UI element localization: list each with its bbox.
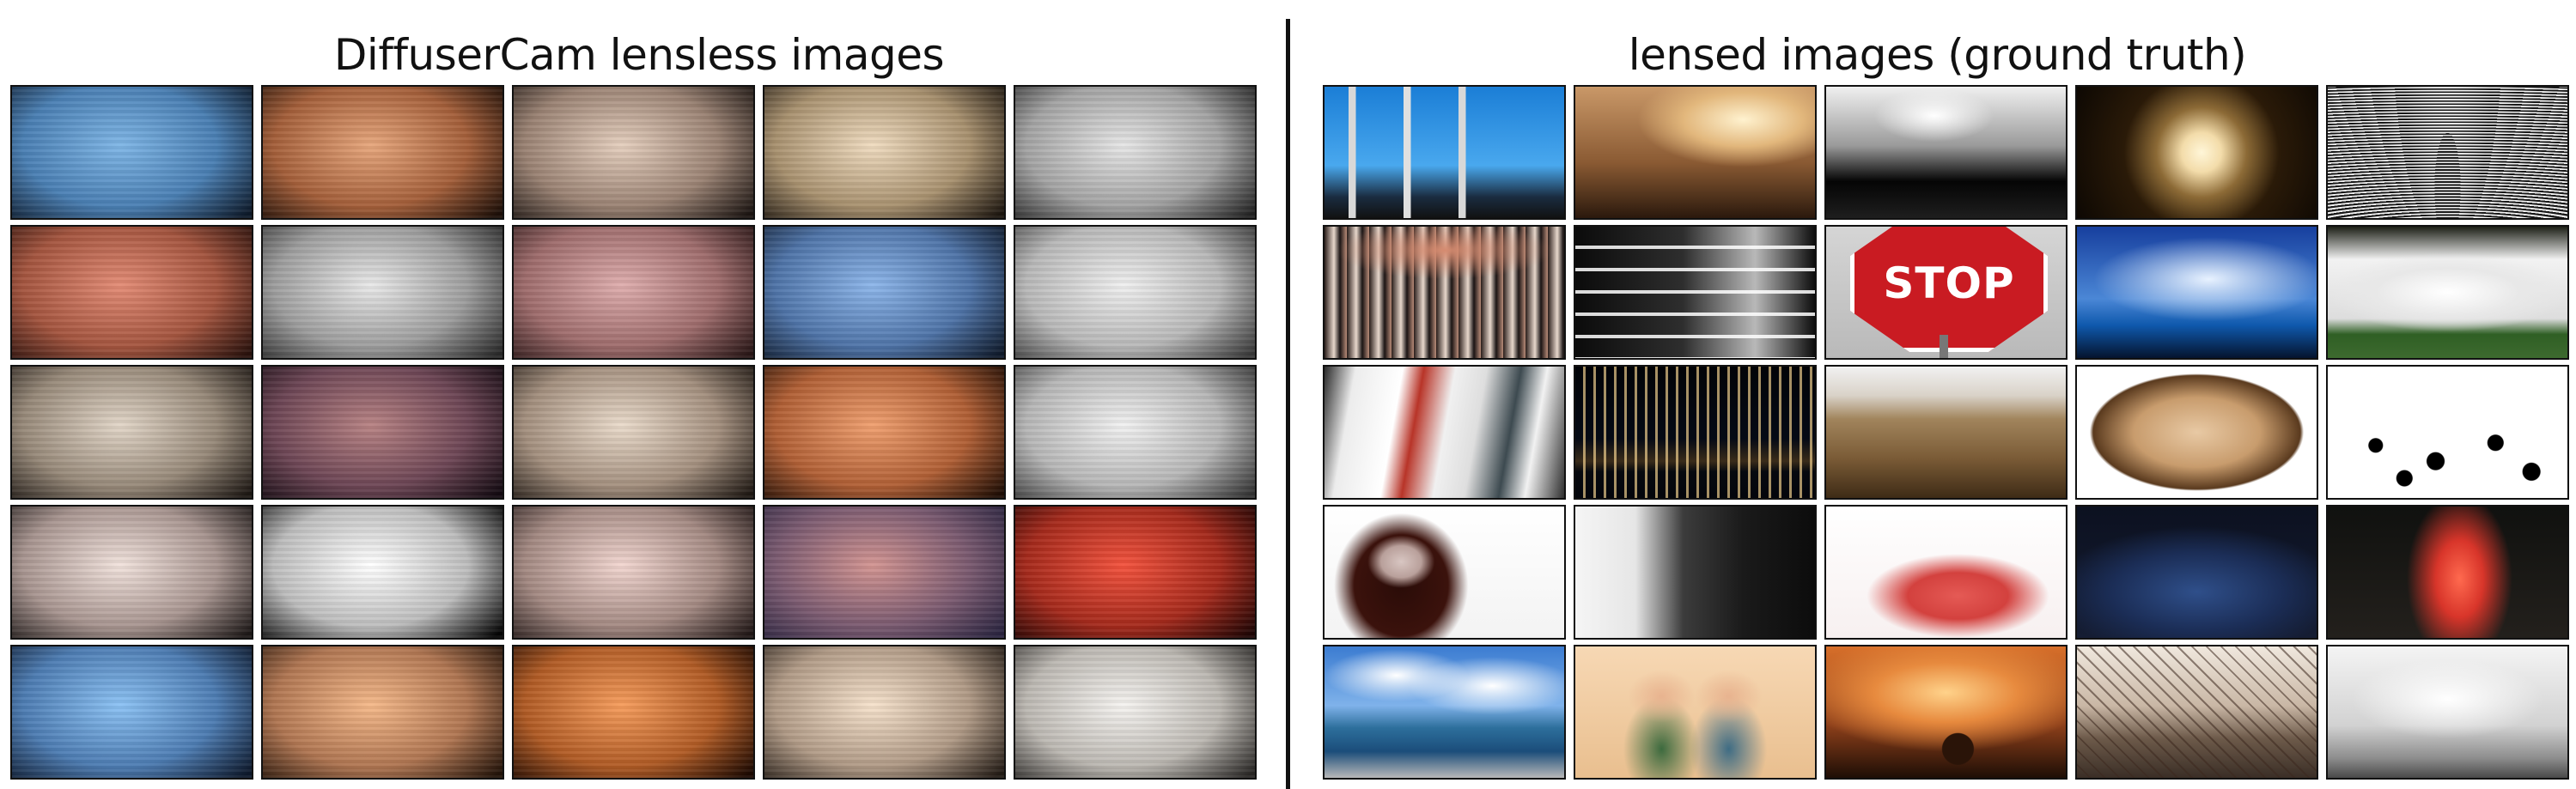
lensless-peach xyxy=(261,645,504,780)
textured-dome-photo xyxy=(2075,365,2318,500)
lensless-taupe xyxy=(10,365,253,500)
golden-sunset-water-photo xyxy=(1574,85,1817,220)
park-trees-photo xyxy=(2326,225,2569,360)
panel-divider xyxy=(1286,19,1290,789)
lensless-tan xyxy=(763,85,1006,220)
lensless-steel-blue xyxy=(763,225,1006,360)
monochrome-curves-photo xyxy=(2326,85,2569,220)
lensless-red xyxy=(1014,505,1257,640)
lensless-pink-beige xyxy=(512,505,755,640)
birds-on-snow-photo xyxy=(2326,365,2569,500)
lensless-ivory xyxy=(1014,645,1257,780)
lensless-copper xyxy=(763,365,1006,500)
city-skyline-night-photo xyxy=(1574,365,1817,500)
stop-sign-photo: STOP xyxy=(1824,225,2067,360)
lensless-amber xyxy=(512,645,755,780)
lensless-sand xyxy=(512,365,755,500)
lensless-sky xyxy=(10,645,253,780)
lensless-pale-gray xyxy=(1014,365,1257,500)
lensless-gray xyxy=(1014,85,1257,220)
roller-coaster-photo xyxy=(2075,645,2318,780)
woman-red-light-photo xyxy=(2326,505,2569,640)
lensless-dusk xyxy=(763,505,1006,640)
wooden-doll-family-photo xyxy=(1574,645,1817,780)
stop-sign-octagon: STOP xyxy=(1850,227,2048,352)
orange-sunset-tree-photo xyxy=(1824,645,2067,780)
lensless-cream xyxy=(763,645,1006,780)
lensless-light-gray xyxy=(1014,225,1257,360)
polaroid-prints-photo xyxy=(1323,365,1566,500)
lensless-orange xyxy=(261,85,504,220)
window-figure-photo xyxy=(1574,505,1817,640)
paper-lotus-photo xyxy=(1824,505,2067,640)
smokestacks-photo xyxy=(1323,85,1566,220)
foggy-street-photo xyxy=(2326,645,2569,780)
wheat-field-photo xyxy=(1824,365,2067,500)
dark-haired-woman-photo xyxy=(1323,505,1566,640)
lensless-panel-title: DiffuserCam lensless images xyxy=(333,30,945,80)
ground-truth-panel-title: lensed images (ground truth) xyxy=(1628,30,2247,80)
lensless-rust xyxy=(10,225,253,360)
lensless-image-grid xyxy=(10,85,1257,780)
reclining-woman-blue-photo xyxy=(2075,505,2318,640)
lensless-rose xyxy=(512,225,755,360)
lensless-blue xyxy=(10,85,253,220)
dandelion-seedhead-photo xyxy=(2075,85,2318,220)
blue-sky-lake-photo xyxy=(2075,225,2318,360)
group-portrait-photo xyxy=(1323,225,1566,360)
lensless-white-gray xyxy=(261,505,504,640)
lensless-mauve xyxy=(261,365,504,500)
ground-truth-image-grid: STOP xyxy=(1323,85,2569,780)
building-facade-photo xyxy=(1574,225,1817,360)
handstand-silhouette-photo xyxy=(1824,85,2067,220)
stop-sign-text: STOP xyxy=(1883,258,2015,308)
lensless-blush xyxy=(10,505,253,640)
lensless-silver xyxy=(261,225,504,360)
lensless-beige xyxy=(512,85,755,220)
stop-sign-pole xyxy=(1940,335,1948,358)
coastline-clouds-photo xyxy=(1323,645,1566,780)
